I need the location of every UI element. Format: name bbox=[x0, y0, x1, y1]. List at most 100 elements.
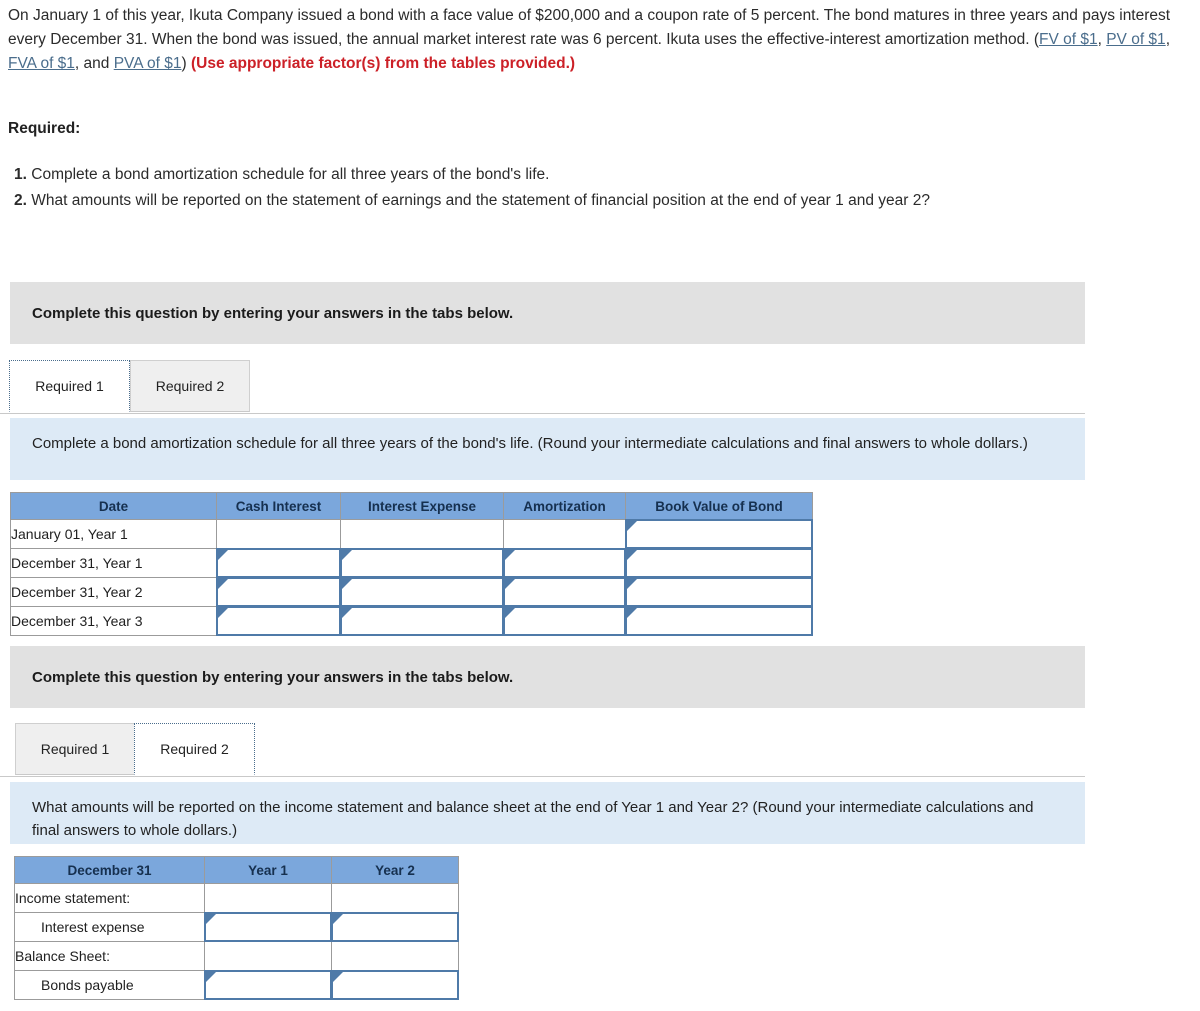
input-amortization-row2[interactable] bbox=[503, 548, 626, 578]
col-header-date: Date bbox=[10, 492, 217, 520]
table-row: Balance Sheet: bbox=[14, 941, 459, 971]
input-field-interest-expense-row4[interactable] bbox=[342, 608, 502, 634]
input-year2-interest-expense[interactable] bbox=[331, 912, 459, 942]
required-item-2: 2. What amounts will be reported on the … bbox=[14, 188, 1194, 214]
panel2-tab-required-2[interactable]: Required 2 bbox=[134, 723, 255, 775]
panel1-header: Complete this question by entering your … bbox=[10, 282, 1085, 344]
input-interest-expense-row3[interactable] bbox=[340, 577, 504, 607]
col-header-cash-interest: Cash Interest bbox=[216, 492, 341, 520]
col-header-year-1: Year 1 bbox=[204, 856, 332, 884]
cell-book-value-row4[interactable] bbox=[625, 606, 813, 636]
fva-of-1-link[interactable]: FVA of $1 bbox=[8, 55, 75, 72]
cell-year1-interest-expense[interactable] bbox=[204, 912, 332, 942]
cell-interest-expense-row4[interactable] bbox=[340, 606, 504, 636]
input-year1-interest-expense[interactable] bbox=[204, 912, 332, 942]
cell-book-value-row1[interactable] bbox=[625, 519, 813, 549]
input-book-value-row4[interactable] bbox=[625, 606, 813, 636]
col-header-amortization: Amortization bbox=[503, 492, 626, 520]
input-field-book-value-row4[interactable] bbox=[627, 608, 811, 634]
close-paren: ) bbox=[181, 55, 191, 72]
panel2-tab-required-2-label: Required 2 bbox=[160, 741, 229, 757]
panel1-tab-required-1-label: Required 1 bbox=[35, 378, 104, 394]
required-heading: Required: bbox=[8, 120, 81, 137]
cell-year1-income-statement bbox=[204, 883, 332, 913]
input-field-book-value-row2[interactable] bbox=[627, 550, 811, 576]
table-row: Income statement: bbox=[14, 883, 459, 913]
input-field-book-value-row1[interactable] bbox=[627, 521, 811, 547]
link-sep-3: , and bbox=[74, 55, 114, 72]
fv-of-1-link[interactable]: FV of $1 bbox=[1039, 31, 1098, 48]
input-field-cash-interest-row4[interactable] bbox=[218, 608, 339, 634]
input-field-book-value-row3[interactable] bbox=[627, 579, 811, 605]
cell-book-value-row2[interactable] bbox=[625, 548, 813, 578]
panel2-header-text: Complete this question by entering your … bbox=[32, 668, 514, 686]
panel2-tab-required-1-label: Required 1 bbox=[40, 741, 110, 757]
cell-cash-interest-row3[interactable] bbox=[216, 577, 341, 607]
pv-of-1-link[interactable]: PV of $1 bbox=[1106, 31, 1165, 48]
input-field-interest-expense-row2[interactable] bbox=[342, 550, 502, 576]
cell-year1-balance-sheet bbox=[204, 941, 332, 971]
cell-book-value-row3[interactable] bbox=[625, 577, 813, 607]
bond-amortization-table: Date Cash Interest Interest Expense Amor… bbox=[10, 492, 813, 636]
input-year2-bonds-payable[interactable] bbox=[331, 970, 459, 1000]
table-row: Bonds payable bbox=[14, 970, 459, 1000]
panel1-header-text: Complete this question by entering your … bbox=[32, 304, 514, 322]
input-field-year1-interest-expense[interactable] bbox=[206, 914, 330, 940]
input-field-cash-interest-row3[interactable] bbox=[218, 579, 339, 605]
panel2-tab-required-1[interactable]: Required 1 bbox=[15, 723, 135, 775]
input-field-year2-bonds-payable[interactable] bbox=[333, 972, 457, 998]
input-book-value-row1[interactable] bbox=[625, 519, 813, 549]
input-field-year1-bonds-payable[interactable] bbox=[206, 972, 330, 998]
input-book-value-row3[interactable] bbox=[625, 577, 813, 607]
input-field-year2-interest-expense[interactable] bbox=[333, 914, 457, 940]
table-row: Interest expense bbox=[14, 912, 459, 942]
cell-year2-income-statement bbox=[331, 883, 459, 913]
use-factors-note: (Use appropriate factor(s) from the tabl… bbox=[190, 55, 576, 72]
row-label-balance-sheet: Balance Sheet: bbox=[14, 941, 205, 971]
input-field-amortization-row4[interactable] bbox=[505, 608, 624, 634]
input-cash-interest-row2[interactable] bbox=[216, 548, 341, 578]
cell-amortization-row4[interactable] bbox=[503, 606, 626, 636]
input-field-cash-interest-row2[interactable] bbox=[218, 550, 339, 576]
panel1-tabbar: Required 1 Required 2 bbox=[0, 358, 1085, 414]
input-field-amortization-row3[interactable] bbox=[505, 579, 624, 605]
cell-interest-expense-row1 bbox=[340, 519, 504, 549]
link-sep-2: , bbox=[1165, 31, 1170, 48]
cell-interest-expense-row3[interactable] bbox=[340, 577, 504, 607]
input-field-amortization-row2[interactable] bbox=[505, 550, 624, 576]
row-label-dec-31-year-3: December 31, Year 3 bbox=[10, 606, 217, 636]
table-row: January 01, Year 1 bbox=[10, 519, 813, 549]
required-item-2-number: 2. bbox=[14, 192, 27, 209]
input-field-interest-expense-row3[interactable] bbox=[342, 579, 502, 605]
input-cash-interest-row4[interactable] bbox=[216, 606, 341, 636]
cell-year2-interest-expense[interactable] bbox=[331, 912, 459, 942]
input-amortization-row3[interactable] bbox=[503, 577, 626, 607]
required-item-1-number: 1. bbox=[14, 166, 27, 183]
row-label-interest-expense: Interest expense bbox=[14, 912, 205, 942]
input-interest-expense-row4[interactable] bbox=[340, 606, 504, 636]
input-amortization-row4[interactable] bbox=[503, 606, 626, 636]
pva-of-1-link[interactable]: PVA of $1 bbox=[114, 55, 182, 72]
row-label-jan-01-year-1: January 01, Year 1 bbox=[10, 519, 217, 549]
cell-interest-expense-row2[interactable] bbox=[340, 548, 504, 578]
table-row: December 31, Year 1 bbox=[10, 548, 813, 578]
required-list: 1. Complete a bond amortization schedule… bbox=[14, 162, 1194, 214]
bond-amortization-header-row: Date Cash Interest Interest Expense Amor… bbox=[10, 492, 813, 520]
panel2-tabbar: Required 1 Required 2 bbox=[0, 721, 1085, 777]
cell-cash-interest-row2[interactable] bbox=[216, 548, 341, 578]
cell-year2-bonds-payable[interactable] bbox=[331, 970, 459, 1000]
required-item-1-text: Complete a bond amortization schedule fo… bbox=[31, 166, 550, 183]
cell-year2-balance-sheet bbox=[331, 941, 459, 971]
row-label-income-statement: Income statement: bbox=[14, 883, 205, 913]
panel1-tab-required-1[interactable]: Required 1 bbox=[9, 360, 130, 412]
cell-amortization-row2[interactable] bbox=[503, 548, 626, 578]
input-interest-expense-row2[interactable] bbox=[340, 548, 504, 578]
input-book-value-row2[interactable] bbox=[625, 548, 813, 578]
panel1-tab-required-2[interactable]: Required 2 bbox=[130, 360, 250, 412]
input-year1-bonds-payable[interactable] bbox=[204, 970, 332, 1000]
cell-year1-bonds-payable[interactable] bbox=[204, 970, 332, 1000]
cell-amortization-row3[interactable] bbox=[503, 577, 626, 607]
cell-cash-interest-row4[interactable] bbox=[216, 606, 341, 636]
input-cash-interest-row3[interactable] bbox=[216, 577, 341, 607]
financial-statement-header-row: December 31 Year 1 Year 2 bbox=[14, 856, 459, 884]
